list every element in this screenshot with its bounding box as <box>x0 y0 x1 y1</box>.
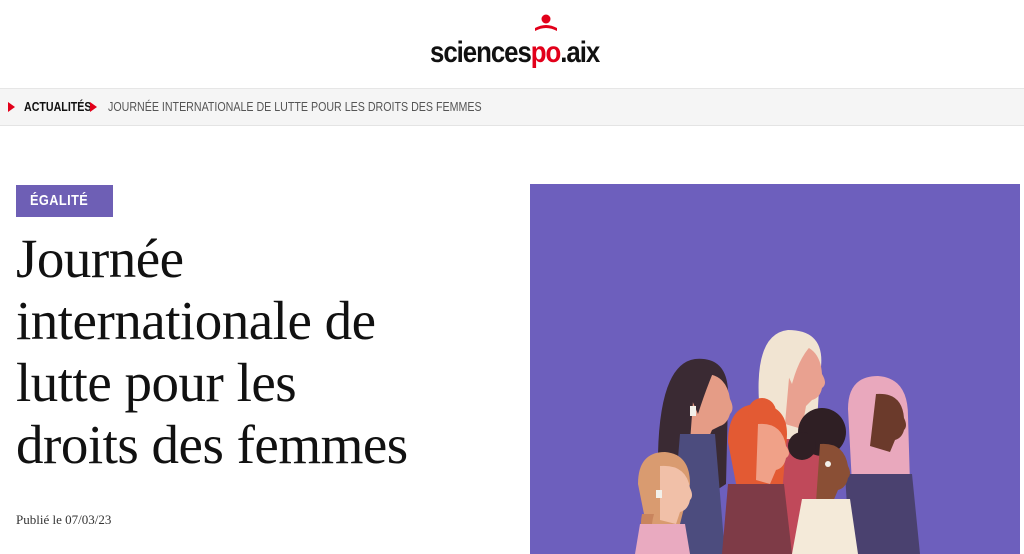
title-line: internationale de <box>16 290 376 351</box>
breadcrumb: ACTUALITÉS JOURNÉE INTERNATIONALE DE LUT… <box>0 89 1024 126</box>
site-header: sciencespo.aix <box>0 0 1024 89</box>
breadcrumb-arrow-icon <box>8 102 15 112</box>
woman-hijab <box>845 376 920 554</box>
women-profiles-illustration <box>635 330 920 554</box>
category-tag[interactable]: ÉGALITÉ <box>16 185 113 217</box>
publication-date: Publié le 07/03/23 <box>16 512 112 527</box>
breadcrumb-actualites-link[interactable]: ACTUALITÉS <box>24 99 92 114</box>
title-line: lutte pour les <box>16 352 297 413</box>
logo-person-icon <box>535 14 557 31</box>
title-line: Journée <box>16 228 184 289</box>
breadcrumb-current-page: JOURNÉE INTERNATIONALE DE LUTTE POUR LES… <box>108 99 482 114</box>
title-line: droits des femmes <box>16 414 408 475</box>
logo-wordmark: sciencespo.aix <box>430 36 600 69</box>
woman-light-brown-braid <box>635 452 692 554</box>
hero-illustration <box>530 184 1020 554</box>
page-title: Journée internationale de lutte pour les… <box>16 228 516 476</box>
breadcrumb-arrow-icon <box>90 102 97 112</box>
woman-red-hair <box>722 398 792 554</box>
